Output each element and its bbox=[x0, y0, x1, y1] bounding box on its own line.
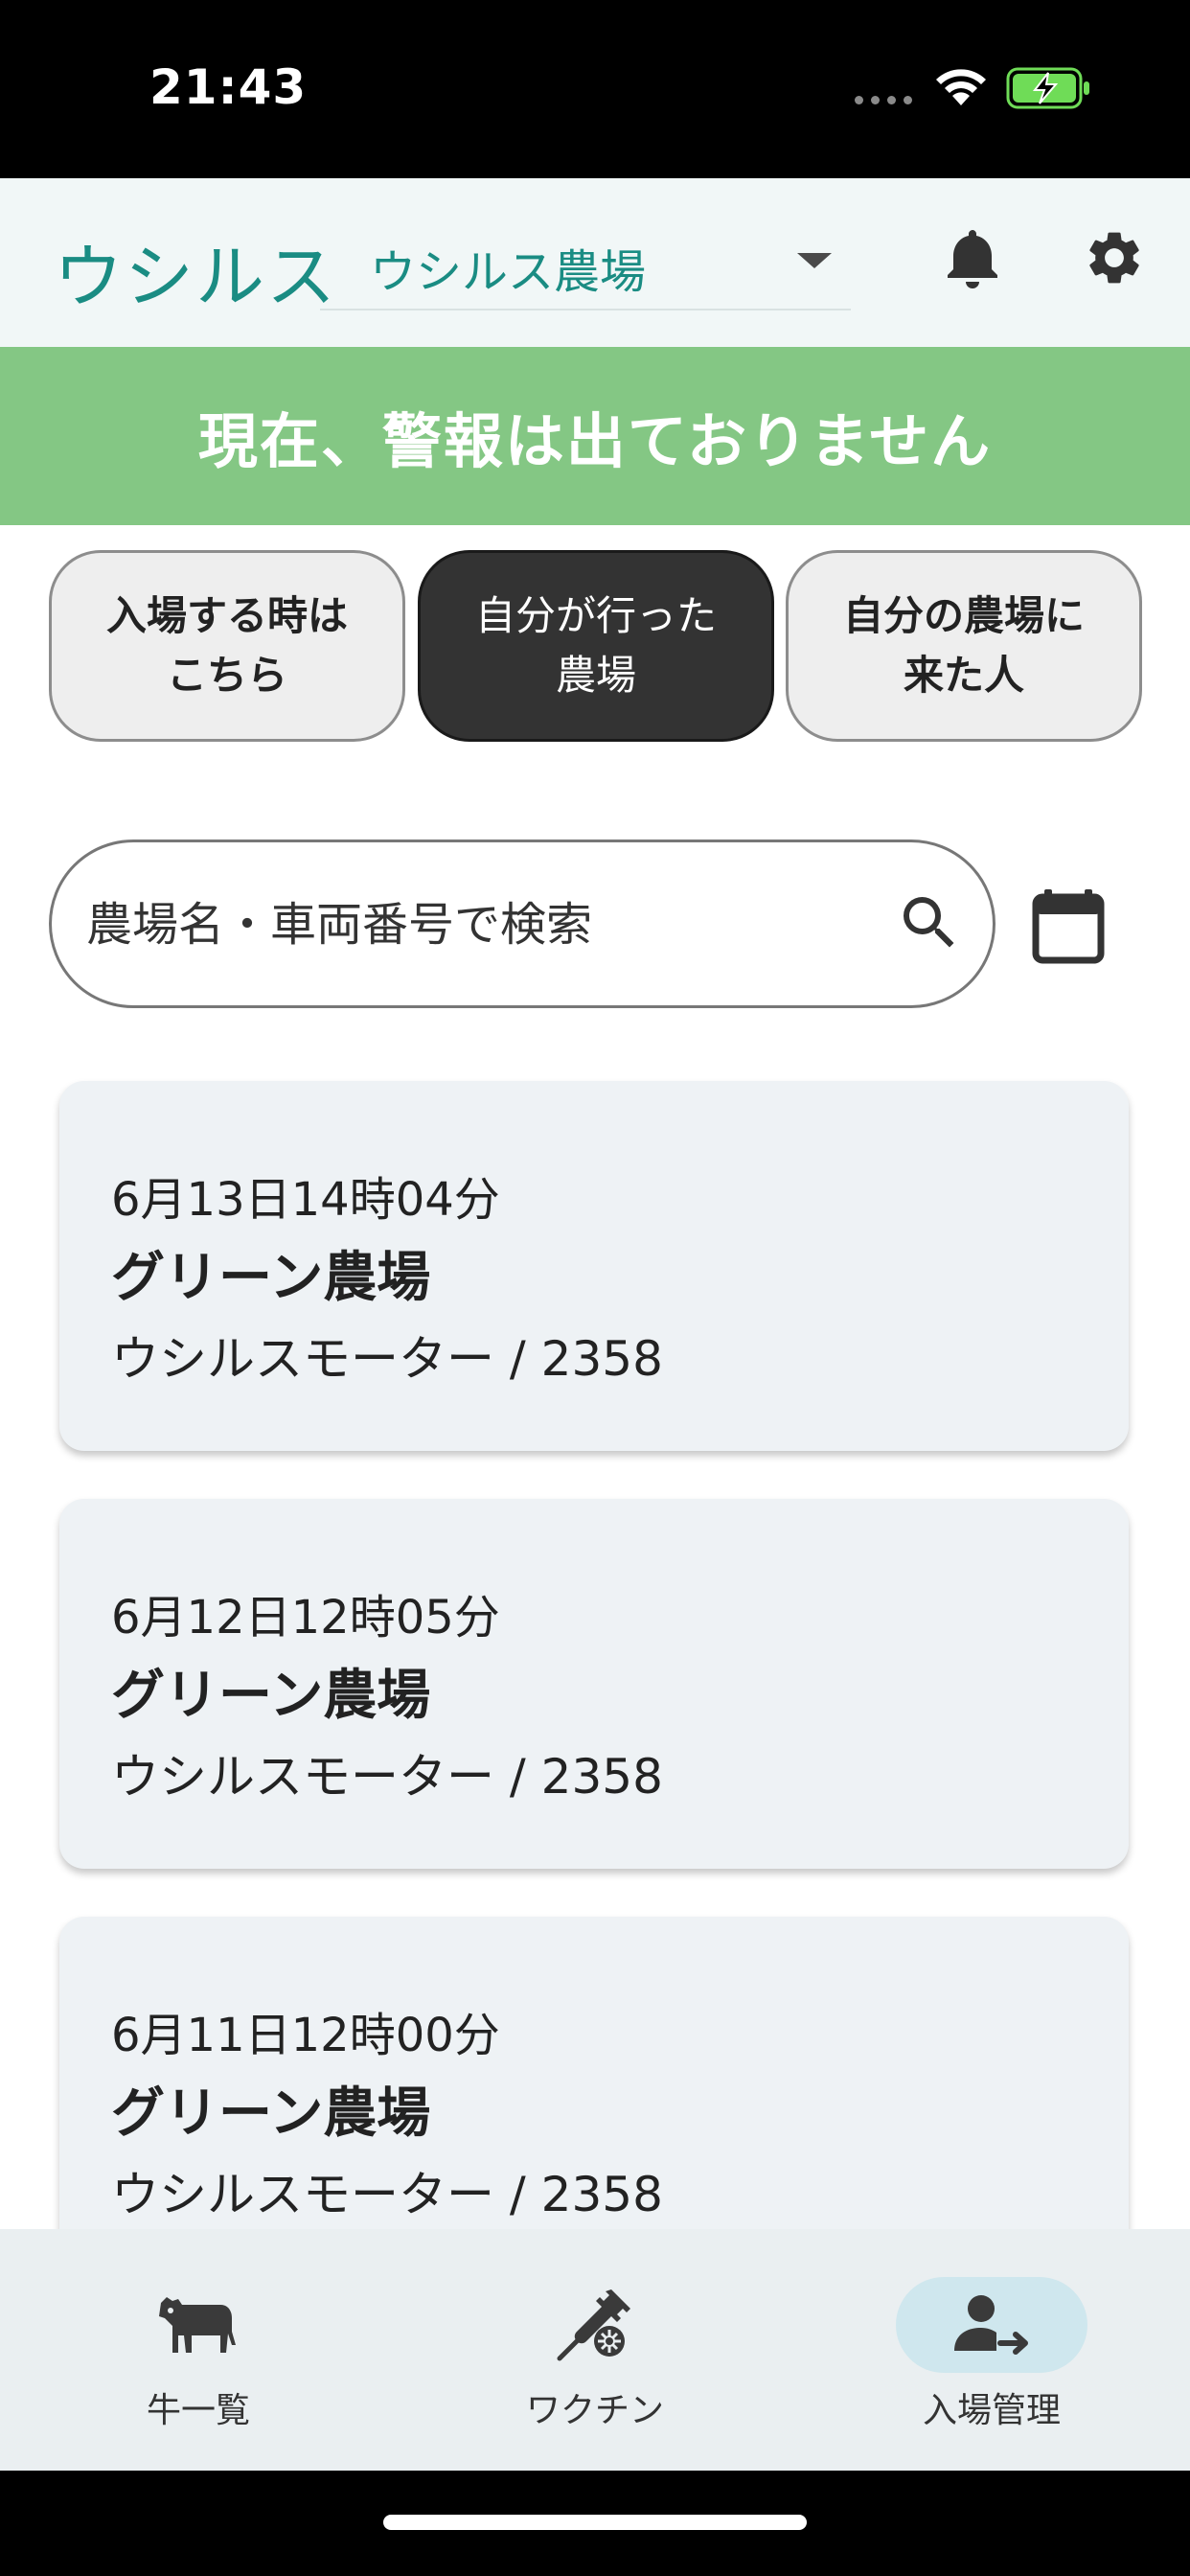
syringe-icon bbox=[557, 2289, 630, 2361]
search-icon[interactable] bbox=[895, 888, 964, 957]
cow-icon bbox=[159, 2297, 236, 2353]
app-header: ウシルス ウシルス農場 bbox=[0, 178, 1190, 347]
app-title: ウシルス bbox=[54, 237, 338, 317]
nav-label: ワクチン bbox=[525, 2391, 664, 2430]
farm-select-value: ウシルス農場 bbox=[370, 245, 647, 299]
visit-card[interactable]: 6月12日12時05分 グリーン農場 ウシルスモーター / 2358 bbox=[59, 1499, 1129, 1869]
alert-text: 現在、警報は出ておりません bbox=[197, 406, 993, 476]
visit-farm-name: グリーン農場 bbox=[111, 2082, 431, 2145]
bottom-nav: 牛一覧 ワクチン 入場管理 bbox=[0, 2229, 1190, 2471]
person-arrow-icon bbox=[954, 2295, 1028, 2355]
nav-vaccine[interactable]: ワクチン bbox=[397, 2229, 793, 2471]
status-bar: 21:43 bbox=[0, 0, 1190, 178]
visit-date: 6月12日12時05分 bbox=[111, 1591, 500, 1644]
nav-cattle-list[interactable]: 牛一覧 bbox=[0, 2229, 397, 2471]
visit-farm-name: グリーン農場 bbox=[111, 1665, 431, 1727]
chevron-down-icon bbox=[797, 253, 832, 268]
gear-icon[interactable] bbox=[1083, 226, 1146, 289]
farm-select[interactable]: ウシルス農場 bbox=[320, 197, 851, 310]
segment-label: 自分の農場に 来た人 bbox=[842, 592, 1085, 699]
wifi-icon bbox=[936, 69, 986, 105]
visit-card[interactable]: 6月13日14時04分 グリーン農場 ウシルスモーター / 2358 bbox=[59, 1081, 1129, 1451]
segment-entry[interactable]: 入場する時は こちら bbox=[49, 550, 405, 742]
battery-charging-icon bbox=[1006, 67, 1089, 109]
visit-vehicle: ウシルスモーター / 2358 bbox=[111, 1331, 663, 1387]
visit-date: 6月13日14時04分 bbox=[111, 1173, 500, 1227]
home-indicator[interactable] bbox=[383, 2515, 807, 2530]
segment-visited-farms[interactable]: 自分が行った 農場 bbox=[418, 550, 774, 742]
nav-label: 入場管理 bbox=[922, 2391, 1061, 2430]
visit-farm-name: グリーン農場 bbox=[111, 1247, 431, 1309]
nav-entry-management[interactable]: 入場管理 bbox=[793, 2229, 1190, 2471]
segment-label: 入場する時は こちら bbox=[105, 592, 348, 699]
visit-vehicle: ウシルスモーター / 2358 bbox=[111, 1749, 663, 1805]
search-input[interactable] bbox=[86, 890, 853, 959]
calendar-icon[interactable] bbox=[1031, 887, 1106, 964]
visit-vehicle: ウシルスモーター / 2358 bbox=[111, 2167, 663, 2222]
nav-label: 牛一覧 bbox=[146, 2391, 250, 2430]
home-area bbox=[0, 2471, 1190, 2576]
segment-visitors[interactable]: 自分の農場に 来た人 bbox=[786, 550, 1142, 742]
signal-icon bbox=[855, 96, 912, 104]
bell-icon[interactable] bbox=[945, 226, 1000, 289]
search-box bbox=[49, 840, 995, 1008]
alert-banner: 現在、警報は出ておりません bbox=[0, 347, 1190, 525]
status-time: 21:43 bbox=[149, 59, 308, 115]
visit-date: 6月11日12時00分 bbox=[111, 2009, 500, 2062]
segment-label: 自分が行った 農場 bbox=[474, 592, 717, 699]
